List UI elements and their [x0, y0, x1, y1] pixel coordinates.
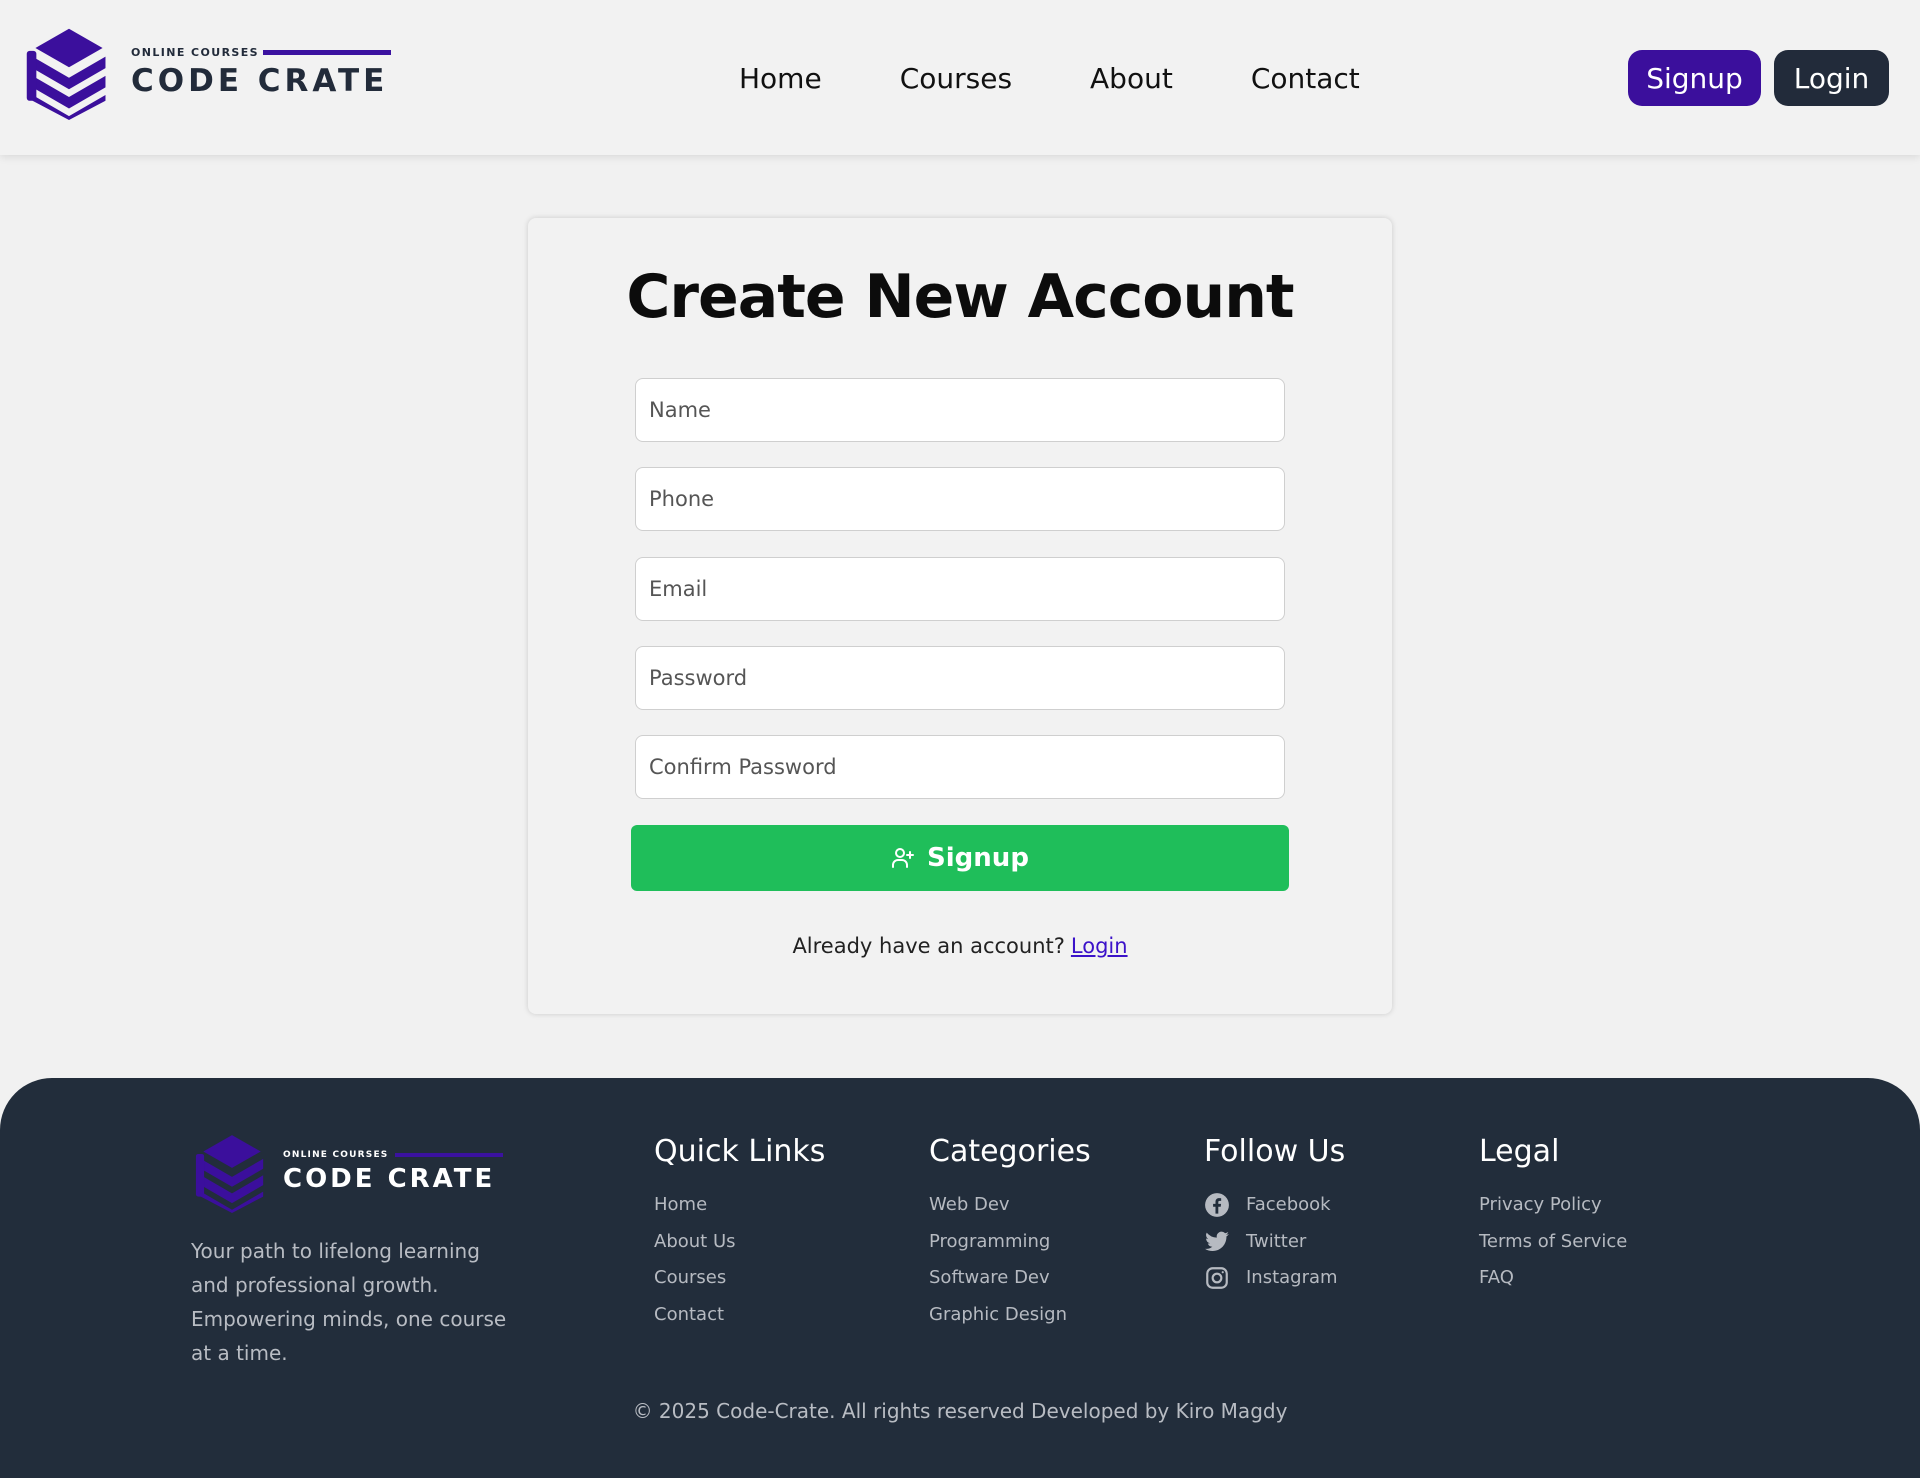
footer-link-home-label[interactable]: Home: [654, 1187, 707, 1223]
footer-link-about-us[interactable]: About Us: [654, 1224, 825, 1261]
category-software-dev[interactable]: Software Dev: [929, 1260, 1091, 1297]
password-field[interactable]: [635, 646, 1285, 710]
social-instagram-label[interactable]: Instagram: [1246, 1260, 1338, 1296]
user-plus-icon: [892, 848, 915, 868]
footer-tagline: Your path to lifelong learning and profe…: [191, 1239, 507, 1365]
social-facebook[interactable]: Facebook: [1204, 1187, 1345, 1224]
legal-privacy-policy-label[interactable]: Privacy Policy: [1479, 1187, 1602, 1223]
category-graphic-design[interactable]: Graphic Design: [929, 1297, 1091, 1334]
legal-privacy-policy[interactable]: Privacy Policy: [1479, 1187, 1627, 1224]
footer-logo-wordmark: ONLINE COURSES CODE CRATE: [283, 1150, 503, 1194]
nav-home[interactable]: Home: [739, 58, 822, 100]
legal-faq[interactable]: FAQ: [1479, 1260, 1627, 1297]
legal-terms-of-service[interactable]: Terms of Service: [1479, 1224, 1627, 1261]
footer-logo-accent-bar: [395, 1153, 503, 1157]
signup-submit-button[interactable]: Signup: [631, 825, 1289, 891]
login-link[interactable]: Login: [1071, 934, 1128, 958]
email-field[interactable]: [635, 557, 1285, 621]
stacked-crate-logo-icon: [26, 28, 106, 120]
header-signup-button[interactable]: Signup: [1628, 50, 1761, 106]
logo-accent-bar: [263, 49, 391, 55]
social-twitter-label[interactable]: Twitter: [1246, 1224, 1306, 1260]
category-programming-label[interactable]: Programming: [929, 1224, 1050, 1260]
legal-faq-label[interactable]: FAQ: [1479, 1260, 1514, 1296]
footer-link-contact[interactable]: Contact: [654, 1297, 825, 1334]
category-web-dev[interactable]: Web Dev: [929, 1187, 1091, 1224]
nav-courses[interactable]: Courses: [900, 58, 1012, 100]
follow-us-heading: Follow Us: [1204, 1134, 1346, 1169]
confirm-password-field[interactable]: [635, 735, 1285, 799]
copyright: © 2025 Code-Crate. All rights reserved D…: [632, 1399, 1288, 1423]
phone-field[interactable]: [635, 467, 1285, 531]
instagram-icon: [1206, 1267, 1228, 1290]
category-programming[interactable]: Programming: [929, 1224, 1091, 1261]
site-header: ONLINE COURSES CODE CRATE Home Courses A…: [0, 0, 1920, 155]
footer-logo-name: CODE CRATE: [283, 1164, 496, 1194]
nav-contact[interactable]: Contact: [1251, 58, 1360, 100]
legal-terms-of-service-label[interactable]: Terms of Service: [1479, 1224, 1627, 1260]
twitter-icon: [1205, 1231, 1229, 1251]
signup-card: Create New Account Signup Already have a…: [528, 218, 1392, 1014]
signup-submit-label: Signup: [927, 843, 1029, 873]
social-instagram[interactable]: Instagram: [1204, 1260, 1345, 1297]
legal-column: Legal Privacy Policy Terms of Service FA…: [1479, 1134, 1627, 1297]
footer-link-contact-label[interactable]: Contact: [654, 1297, 724, 1333]
quick-links-column: Quick Links Home About Us Courses Contac…: [654, 1134, 825, 1333]
follow-us-column: Follow Us Facebook Twitter Instagram: [1204, 1134, 1345, 1297]
facebook-icon: [1205, 1193, 1229, 1218]
category-graphic-design-label[interactable]: Graphic Design: [929, 1297, 1067, 1333]
footer-logo[interactable]: ONLINE COURSES CODE CRATE: [191, 1131, 503, 1213]
social-facebook-label[interactable]: Facebook: [1246, 1187, 1331, 1223]
footer-link-about-us-label[interactable]: About Us: [654, 1224, 736, 1260]
page-title: Create New Account: [626, 262, 1294, 332]
auth-buttons: Signup Login: [1615, 50, 1889, 106]
stacked-crate-logo-icon: [195, 1135, 264, 1213]
footer-link-courses[interactable]: Courses: [654, 1260, 825, 1297]
categories-heading: Categories: [929, 1134, 1091, 1169]
categories-column: Categories Web Dev Programming Software …: [929, 1134, 1091, 1333]
legal-heading: Legal: [1479, 1134, 1560, 1169]
main-nav: Home Courses About Contact: [739, 58, 1360, 100]
login-prompt-text: Already have an account?: [792, 934, 1065, 958]
category-web-dev-label[interactable]: Web Dev: [929, 1187, 1010, 1223]
footer-link-courses-label[interactable]: Courses: [654, 1260, 726, 1296]
header-login-button[interactable]: Login: [1774, 50, 1889, 106]
site-logo[interactable]: ONLINE COURSES CODE CRATE: [21, 24, 391, 120]
category-software-dev-label[interactable]: Software Dev: [929, 1260, 1050, 1296]
name-field[interactable]: [635, 378, 1285, 442]
login-prompt: Already have an account? Login: [528, 934, 1392, 958]
logo-wordmark: ONLINE COURSES CODE CRATE: [131, 46, 391, 99]
social-twitter[interactable]: Twitter: [1204, 1224, 1345, 1261]
logo-name: CODE CRATE: [131, 62, 389, 99]
nav-about[interactable]: About: [1090, 58, 1173, 100]
quick-links-heading: Quick Links: [654, 1134, 826, 1169]
footer-link-home[interactable]: Home: [654, 1187, 825, 1224]
site-footer: ONLINE COURSES CODE CRATE Your path to l…: [0, 1078, 1920, 1478]
